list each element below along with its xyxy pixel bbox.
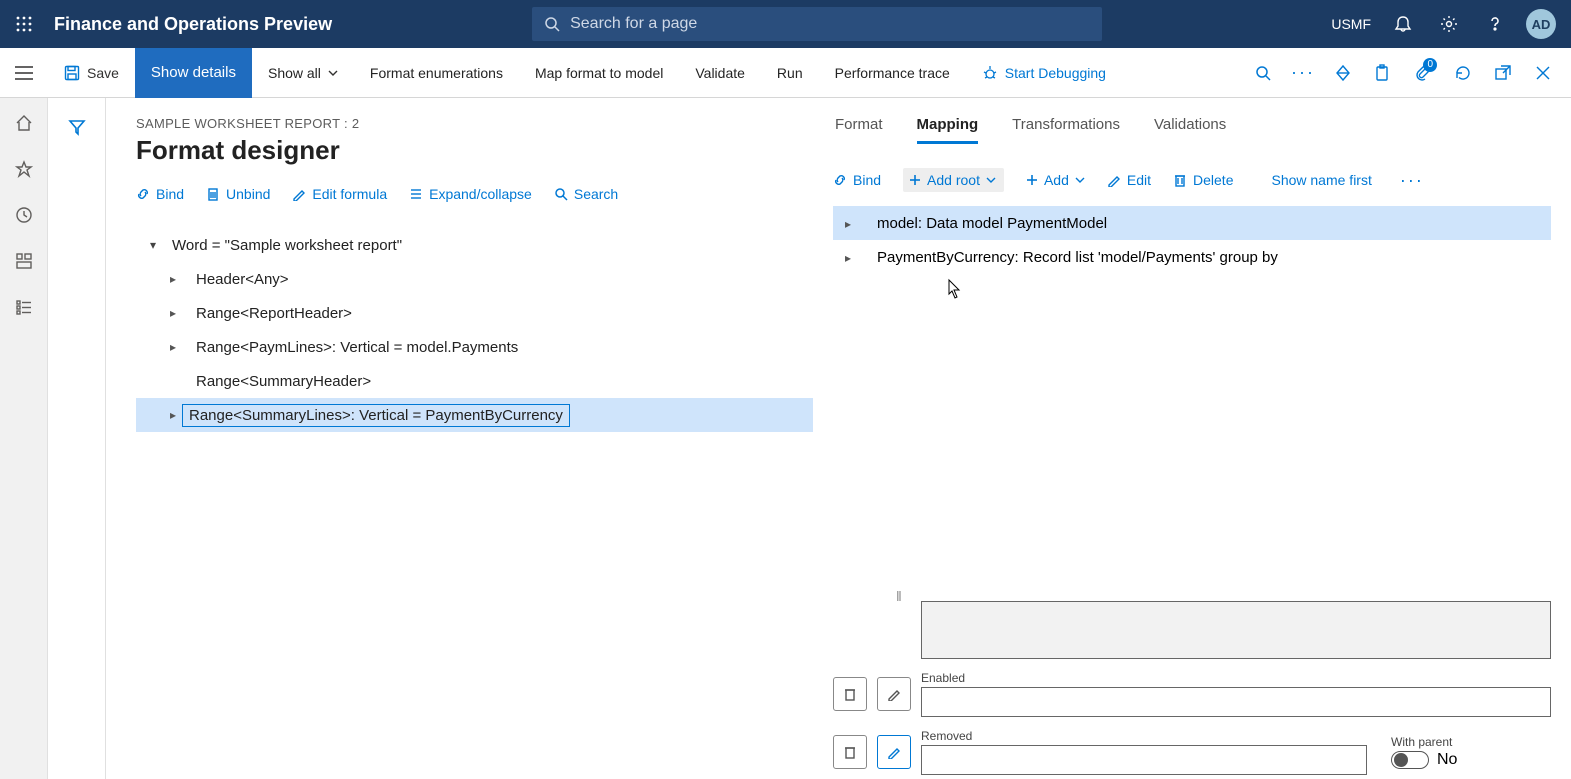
with-parent-toggle[interactable]: No bbox=[1391, 751, 1551, 769]
chevron-down-icon bbox=[328, 70, 338, 76]
map-node[interactable]: PaymentByCurrency: Record list 'model/Pa… bbox=[833, 240, 1551, 274]
mapping-overflow-icon[interactable]: ··· bbox=[1400, 170, 1424, 191]
add-button[interactable]: Add bbox=[1026, 172, 1085, 188]
chevron-right-icon[interactable] bbox=[164, 408, 182, 422]
close-icon[interactable] bbox=[1523, 48, 1563, 98]
tree-node[interactable]: Header<Any> bbox=[136, 262, 813, 296]
properties-pane: Enabled Removed With parent bbox=[833, 589, 1551, 779]
popout-icon[interactable] bbox=[1483, 48, 1523, 98]
with-parent-label: With parent bbox=[1391, 735, 1551, 749]
tab-transformations[interactable]: Transformations bbox=[1012, 116, 1120, 144]
avatar-initials: AD bbox=[1526, 9, 1556, 39]
edit-removed-icon[interactable] bbox=[877, 735, 911, 769]
format-tree: Word = "Sample worksheet report" Header<… bbox=[136, 228, 813, 432]
favorites-icon[interactable] bbox=[15, 160, 33, 178]
unbind-button[interactable]: Unbind bbox=[206, 186, 270, 202]
recent-icon[interactable] bbox=[15, 206, 33, 224]
action-overflow-icon[interactable]: ··· bbox=[1283, 48, 1323, 98]
validate-button[interactable]: Validate bbox=[679, 48, 761, 98]
with-parent-value: No bbox=[1437, 751, 1457, 769]
mapping-toolbar: Bind Add root Add Edit Delete Show name … bbox=[833, 168, 1551, 192]
chevron-down-icon[interactable] bbox=[144, 238, 162, 252]
removed-input[interactable] bbox=[921, 745, 1367, 775]
edit-enabled-icon[interactable] bbox=[877, 677, 911, 711]
tree-node[interactable]: Range<SummaryHeader> bbox=[136, 364, 813, 398]
map-format-button[interactable]: Map format to model bbox=[519, 48, 679, 98]
user-avatar[interactable]: AD bbox=[1519, 0, 1563, 48]
save-button[interactable]: Save bbox=[48, 48, 135, 98]
splitter-handle[interactable]: ‖ bbox=[896, 588, 902, 604]
attachments-icon[interactable]: 0 bbox=[1403, 48, 1443, 98]
tree-search-button[interactable]: Search bbox=[554, 186, 618, 202]
start-debugging-button[interactable]: Start Debugging bbox=[966, 48, 1122, 98]
delete-button[interactable]: Delete bbox=[1173, 172, 1233, 188]
filter-column bbox=[48, 98, 106, 779]
mapping-tree: model: Data model PaymentModel PaymentBy… bbox=[833, 206, 1551, 274]
tree-node[interactable]: Range<PaymLines>: Vertical = model.Payme… bbox=[136, 330, 813, 364]
debug-icon bbox=[982, 65, 998, 81]
mapping-panel: Format Mapping Transformations Validatio… bbox=[833, 98, 1571, 779]
tree-node-root[interactable]: Word = "Sample worksheet report" bbox=[136, 228, 813, 262]
action-bar: Save Show details Show all Format enumer… bbox=[0, 48, 1571, 98]
delete-removed-icon[interactable] bbox=[833, 735, 867, 769]
diamond-icon[interactable] bbox=[1323, 48, 1363, 98]
refresh-icon[interactable] bbox=[1443, 48, 1483, 98]
breadcrumb: SAMPLE WORKSHEET REPORT : 2 bbox=[136, 116, 813, 131]
app-launcher-icon[interactable] bbox=[0, 16, 48, 32]
action-search-icon[interactable] bbox=[1243, 48, 1283, 98]
chevron-down-icon bbox=[1075, 177, 1085, 183]
help-icon[interactable] bbox=[1473, 0, 1517, 48]
map-node-selected[interactable]: model: Data model PaymentModel bbox=[833, 206, 1551, 240]
left-nav-rail bbox=[0, 98, 48, 779]
format-toolbar: Bind Unbind Edit formula Expand/collapse… bbox=[136, 186, 813, 202]
app-title: Finance and Operations Preview bbox=[48, 14, 332, 35]
binding-expression-field[interactable] bbox=[921, 601, 1551, 659]
chevron-right-icon[interactable] bbox=[845, 215, 863, 232]
attachment-badge: 0 bbox=[1423, 58, 1437, 72]
tree-node-selected[interactable]: Range<SummaryLines>: Vertical = PaymentB… bbox=[136, 398, 813, 432]
page-title: Format designer bbox=[136, 135, 813, 166]
tab-format[interactable]: Format bbox=[835, 116, 883, 144]
tab-mapping[interactable]: Mapping bbox=[917, 116, 979, 144]
home-icon[interactable] bbox=[15, 114, 33, 132]
top-navbar: Finance and Operations Preview Search fo… bbox=[0, 0, 1571, 48]
delete-enabled-icon[interactable] bbox=[833, 677, 867, 711]
chevron-right-icon[interactable] bbox=[845, 249, 863, 266]
paste-icon[interactable] bbox=[1363, 48, 1403, 98]
performance-trace-button[interactable]: Performance trace bbox=[819, 48, 966, 98]
chevron-right-icon[interactable] bbox=[164, 340, 182, 354]
format-panel: SAMPLE WORKSHEET REPORT : 2 Format desig… bbox=[106, 98, 833, 779]
show-all-button[interactable]: Show all bbox=[252, 48, 354, 98]
add-root-button[interactable]: Add root bbox=[903, 168, 1004, 192]
chevron-right-icon[interactable] bbox=[164, 306, 182, 320]
filter-icon[interactable] bbox=[68, 118, 86, 779]
search-placeholder: Search for a page bbox=[570, 15, 697, 33]
bind-button[interactable]: Bind bbox=[136, 186, 184, 202]
map-bind-button[interactable]: Bind bbox=[833, 172, 881, 188]
workspaces-icon[interactable] bbox=[15, 252, 33, 270]
save-icon bbox=[64, 65, 80, 81]
format-enumerations-button[interactable]: Format enumerations bbox=[354, 48, 519, 98]
right-tabs: Format Mapping Transformations Validatio… bbox=[833, 116, 1551, 144]
expand-collapse-button[interactable]: Expand/collapse bbox=[409, 186, 532, 202]
global-search-input[interactable]: Search for a page bbox=[532, 7, 1102, 41]
search-icon bbox=[544, 16, 560, 32]
modules-icon[interactable] bbox=[15, 298, 33, 316]
nav-toggle-icon[interactable] bbox=[0, 48, 48, 98]
edit-button[interactable]: Edit bbox=[1107, 172, 1151, 188]
notifications-icon[interactable] bbox=[1381, 0, 1425, 48]
show-name-first-button[interactable]: Show name first bbox=[1271, 172, 1371, 188]
tree-node[interactable]: Range<ReportHeader> bbox=[136, 296, 813, 330]
run-button[interactable]: Run bbox=[761, 48, 819, 98]
enabled-input[interactable] bbox=[921, 687, 1551, 717]
edit-formula-button[interactable]: Edit formula bbox=[292, 186, 387, 202]
show-details-button[interactable]: Show details bbox=[135, 48, 252, 98]
tab-validations[interactable]: Validations bbox=[1154, 116, 1226, 144]
settings-icon[interactable] bbox=[1427, 0, 1471, 48]
removed-label: Removed bbox=[921, 729, 1367, 743]
company-selector[interactable]: USMF bbox=[1323, 16, 1379, 32]
chevron-down-icon bbox=[986, 177, 996, 183]
enabled-label: Enabled bbox=[921, 671, 1551, 685]
chevron-right-icon[interactable] bbox=[164, 272, 182, 286]
